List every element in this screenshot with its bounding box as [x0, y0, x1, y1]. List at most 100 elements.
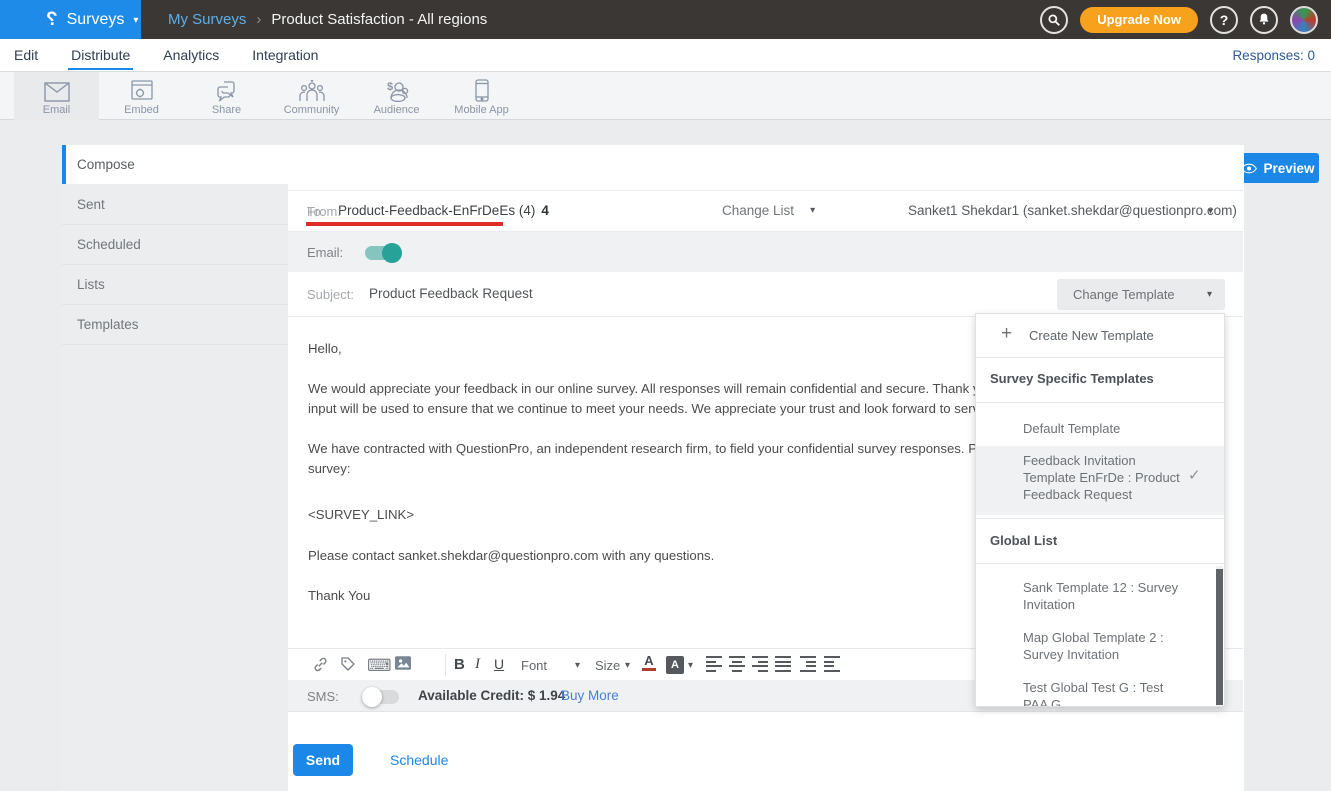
size-dropdown[interactable]: Size — [595, 658, 620, 673]
sidebar-item-sent[interactable]: Sent — [62, 185, 288, 225]
text-color-button[interactable]: A — [642, 655, 656, 671]
notifications-button[interactable] — [1250, 6, 1278, 34]
align-right-button[interactable] — [752, 656, 768, 672]
text-color-letter: A — [644, 655, 653, 667]
channel-community[interactable]: Community — [269, 72, 354, 120]
tab-distribute[interactable]: Distribute — [68, 40, 133, 70]
template-item-default[interactable]: Default Template — [1023, 420, 1183, 437]
chevron-down-icon[interactable]: ▾ — [625, 660, 630, 671]
template-item-test-global[interactable]: Test Global Test G : Test PAA G — [1023, 679, 1183, 707]
recipient-list-text: Product-Feedback-EnFrDeEs (4) — [338, 203, 535, 218]
tag-icon — [340, 656, 356, 672]
subject-row: Subject: Product Feedback Request Change… — [288, 272, 1243, 317]
audience-dollar-icon: $ — [384, 78, 410, 102]
channel-audience[interactable]: $ Audience — [354, 72, 439, 120]
questionpro-distribute-page: ? Surveys ▾ My Surveys › Product Satisfa… — [0, 0, 1331, 791]
merge-tag-button[interactable] — [340, 656, 356, 672]
breadcrumb-my-surveys[interactable]: My Surveys — [168, 11, 246, 28]
breadcrumb-chevron-icon: › — [256, 11, 261, 28]
tab-integration[interactable]: Integration — [249, 40, 321, 70]
sms-toggle[interactable] — [365, 690, 399, 704]
profile-avatar[interactable] — [1290, 6, 1318, 34]
send-button[interactable]: Send — [293, 744, 353, 776]
indent-button[interactable] — [800, 656, 816, 672]
buy-more-link[interactable]: Buy More — [561, 688, 619, 703]
insert-image-button[interactable] — [395, 656, 411, 670]
channel-label: Mobile App — [454, 104, 508, 116]
template-item-feedback-invitation[interactable]: Feedback Invitation Template EnFrDe : Pr… — [1023, 452, 1183, 503]
search-button[interactable] — [1040, 6, 1068, 34]
font-dropdown[interactable]: Font — [521, 658, 547, 673]
plus-icon: + — [1001, 323, 1012, 345]
chevron-down-icon[interactable]: ▾ — [575, 660, 580, 671]
change-template-button[interactable]: Change Template ▾ — [1057, 279, 1225, 310]
align-justify-button[interactable] — [775, 656, 791, 672]
email-label: Email: — [307, 245, 343, 260]
channel-label: Community — [284, 104, 340, 116]
channel-mobile-app[interactable]: Mobile App — [439, 72, 524, 120]
change-list-dropdown[interactable]: Change List ▾ — [722, 203, 815, 218]
change-template-menu: + Create New Template Survey Specific Te… — [975, 313, 1225, 707]
chevron-down-icon[interactable]: ▾ — [688, 660, 693, 671]
outdent-icon — [824, 656, 840, 672]
sidebar-item-label: Templates — [77, 317, 139, 332]
sidebar-item-scheduled[interactable]: Scheduled — [62, 225, 288, 265]
sidebar-item-compose[interactable]: Compose — [62, 145, 288, 185]
check-icon: ✓ — [1188, 466, 1201, 484]
sidebar-item-templates[interactable]: Templates — [62, 305, 288, 345]
product-name: Surveys — [67, 11, 125, 29]
image-icon — [395, 656, 411, 670]
bell-icon — [1257, 12, 1271, 27]
underline-button[interactable]: U — [494, 656, 504, 672]
bold-button[interactable]: B — [454, 656, 465, 673]
menu-scrollbar-thumb[interactable] — [1216, 569, 1223, 705]
breadcrumb: My Surveys › Product Satisfaction - All … — [168, 0, 487, 39]
sms-label: SMS: — [307, 689, 339, 704]
channel-email[interactable]: Email — [14, 72, 99, 120]
keyboard-button[interactable]: ⌨ — [367, 656, 392, 676]
schedule-link[interactable]: Schedule — [390, 752, 448, 768]
surveys-product-menu[interactable]: ? Surveys ▾ — [0, 0, 141, 39]
template-item-map-global-2[interactable]: Map Global Template 2 : Survey Invitatio… — [1023, 629, 1183, 663]
align-left-button[interactable] — [706, 656, 722, 672]
recipient-row: To: Product-Feedback-EnFrDeEs (4)4 Chang… — [288, 190, 1243, 232]
tab-analytics[interactable]: Analytics — [160, 40, 222, 70]
align-center-button[interactable] — [729, 656, 745, 672]
active-indicator — [62, 145, 66, 184]
svg-text:$: $ — [387, 81, 393, 93]
toolbar-divider — [445, 654, 446, 676]
upgrade-now-button[interactable]: Upgrade Now — [1080, 7, 1198, 33]
menu-divider — [976, 402, 1224, 403]
subject-value[interactable]: Product Feedback Request — [369, 286, 533, 301]
sidebar-item-lists[interactable]: Lists — [62, 265, 288, 305]
align-justify-icon — [775, 656, 791, 672]
recipient-count: 4 — [541, 203, 549, 218]
template-item-sank-12[interactable]: Sank Template 12 : Survey Invitation — [1023, 579, 1183, 613]
background-color-button[interactable]: A — [666, 656, 684, 674]
channel-label: Audience — [374, 104, 420, 116]
insert-link-button[interactable] — [312, 656, 329, 673]
from-label: From: — [307, 204, 341, 219]
tab-edit[interactable]: Edit — [11, 40, 41, 70]
channel-share[interactable]: Share — [184, 72, 269, 120]
email-toggle[interactable] — [365, 246, 399, 260]
indent-icon — [800, 656, 816, 672]
responses-count[interactable]: Responses: 0 — [1232, 48, 1315, 63]
recipient-list-name[interactable]: Product-Feedback-EnFrDeEs (4) 4 — [338, 203, 549, 218]
chevron-down-icon: ▾ — [1208, 206, 1213, 217]
preview-button[interactable]: Preview — [1237, 153, 1319, 183]
from-sender-value[interactable]: Sanket1 Shekdar1 (sanket.shekdar@questio… — [908, 203, 1237, 218]
text-color-swatch — [642, 668, 656, 671]
help-button[interactable]: ? — [1210, 6, 1238, 34]
subject-label: Subject: — [307, 287, 354, 302]
create-new-template-item[interactable]: + Create New Template — [976, 314, 1224, 358]
channel-label: Share — [212, 104, 241, 116]
outdent-button[interactable] — [824, 656, 840, 672]
available-credit: Available Credit: $ 1.94 — [418, 688, 565, 703]
toggle-knob — [362, 687, 382, 707]
align-left-icon — [706, 656, 722, 672]
channel-embed[interactable]: Embed — [99, 72, 184, 120]
italic-button[interactable]: I — [475, 656, 480, 673]
align-right-icon — [752, 656, 768, 672]
channel-label: Embed — [124, 104, 159, 116]
